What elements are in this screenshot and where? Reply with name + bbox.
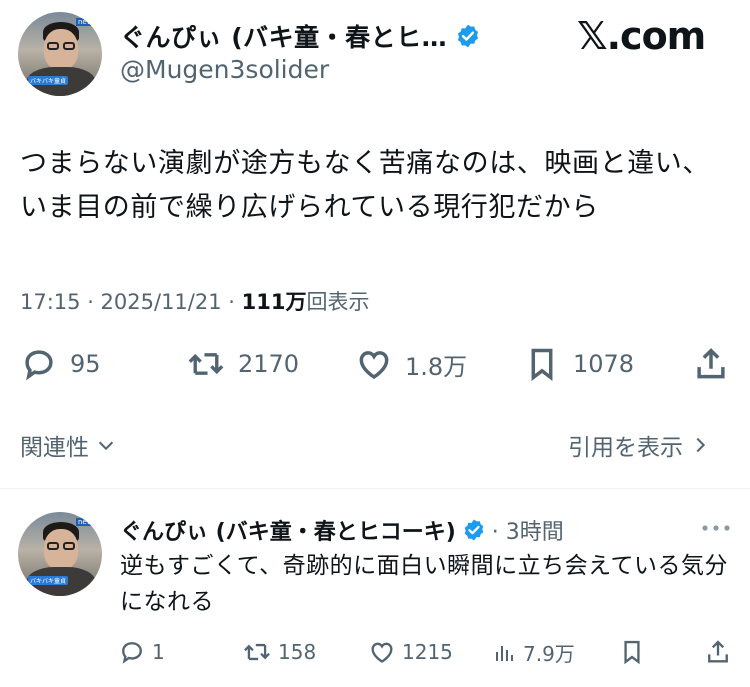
avatar-banner: news: [76, 18, 99, 26]
sort-relevance-button[interactable]: 関連性: [20, 428, 117, 462]
author-handle[interactable]: @Mugen3solider: [120, 55, 329, 84]
reply-icon: [122, 642, 142, 664]
views-count: 111万: [241, 290, 307, 314]
retweet-button[interactable]: 2170: [186, 345, 299, 383]
author-display-name[interactable]: ぐんぴぃ (バキ童・春とヒ…: [120, 18, 447, 54]
reply-icon: [25, 350, 53, 381]
reply-text: 逆もすごくて、奇跡的に面白い瞬間に立ち会えている気分になれる: [120, 553, 729, 615]
author-avatar[interactable]: news バキバキ童貞: [18, 12, 102, 96]
reply-header: ぐんぴぃ (バキ童・春とヒコーキ) · 3時間: [120, 514, 564, 546]
share-icon: [697, 348, 725, 379]
reply-views-button[interactable]: 7.9万: [493, 638, 575, 667]
like-icon: [359, 351, 389, 380]
avatar-glasses-right: [63, 542, 75, 550]
more-icon: [702, 525, 730, 531]
reply-share-button[interactable]: [704, 638, 732, 666]
bookmark-button[interactable]: 1078: [523, 345, 634, 383]
verified-badge-icon: [458, 24, 479, 48]
reply-reply-count: 1: [152, 640, 165, 664]
reply-count: 95: [70, 350, 101, 378]
chevron-right-icon: [696, 437, 706, 453]
reply-retweet-button[interactable]: 158: [242, 638, 316, 666]
tweet-timestamp[interactable]: 17:15 · 2025/11/21 ·: [20, 290, 242, 314]
avatar-glasses-right: [63, 42, 75, 50]
retweet-count: 2170: [238, 350, 300, 378]
tweet-text: つまらない演劇が途方もなく苦痛なのは、映画と違い、いま目の前で繰り広げられている…: [20, 148, 710, 223]
bookmark-icon: [531, 348, 553, 381]
section-divider: [0, 488, 750, 489]
bookmark-icon: [624, 640, 640, 665]
reply-retweet-count: 158: [278, 640, 317, 664]
author-name-row[interactable]: ぐんぴぃ (バキ童・春とヒ…: [120, 18, 481, 54]
retweet-icon: [188, 353, 224, 375]
reply-button[interactable]: 95: [20, 345, 101, 383]
tweet-meta: 17:15 · 2025/11/21 · 111万回表示: [20, 286, 369, 316]
views-icon: [496, 645, 513, 661]
retweet-icon: [244, 643, 270, 661]
chevron-down-icon: [98, 441, 114, 451]
reply-display-name[interactable]: ぐんぴぃ (バキ童・春とヒコーキ): [120, 514, 456, 546]
verified-badge-icon: [464, 519, 484, 541]
like-button[interactable]: 1.8万: [355, 345, 467, 383]
avatar-sign: バキバキ童貞: [28, 576, 69, 585]
sort-relevance-label: 関連性: [20, 435, 89, 461]
avatar-glasses-left: [47, 542, 59, 550]
view-quotes-button[interactable]: 引用を表示: [568, 428, 711, 462]
share-button[interactable]: [692, 345, 730, 383]
reply-like-button[interactable]: 1215: [368, 638, 453, 666]
x-logo: 𝕏.com: [577, 14, 706, 58]
reply-author-avatar[interactable]: news バキバキ童貞: [18, 512, 102, 596]
views-label: 回表示: [306, 290, 370, 314]
share-icon: [708, 640, 728, 663]
avatar-sign: バキバキ童貞: [28, 76, 69, 85]
like-icon: [371, 642, 393, 663]
reply-like-count: 1215: [402, 640, 453, 664]
reply-bookmark-button[interactable]: [618, 638, 646, 666]
avatar-glasses-left: [47, 42, 59, 50]
bookmark-count: 1078: [573, 350, 635, 378]
avatar-banner: news: [76, 518, 99, 526]
reply-views-count: 7.9万: [523, 642, 575, 666]
view-quotes-label: 引用を表示: [568, 435, 683, 461]
reply-reply-button[interactable]: 1: [118, 638, 165, 666]
reply-timestamp[interactable]: · 3時間: [492, 514, 564, 546]
more-button[interactable]: [700, 520, 732, 536]
like-count: 1.8万: [405, 352, 468, 381]
